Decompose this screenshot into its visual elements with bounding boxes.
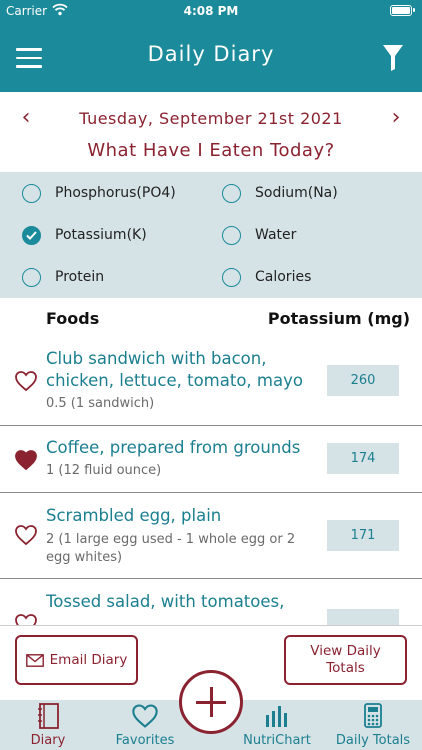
option-water[interactable]: Water <box>222 214 296 256</box>
option-label: Phosphorus(PO4) <box>55 185 176 201</box>
tab-diary[interactable]: Diary <box>6 700 90 750</box>
food-serving: 2 (1 large egg used - 1 whole egg or 2 e… <box>46 532 296 565</box>
tab-nutrichart[interactable]: NutriChart <box>235 700 319 750</box>
clock: 4:08 PM <box>183 4 239 18</box>
option-calories[interactable]: Calories <box>222 256 311 298</box>
table-header: Foods Potassium (mg) <box>0 306 422 332</box>
radio-button[interactable] <box>222 267 241 287</box>
page-title: Daily Diary <box>147 42 275 66</box>
nutrient-value[interactable]: 260 <box>327 365 399 396</box>
option-row: Potassium(K) Water <box>0 214 422 256</box>
tab-label: Favorites <box>115 733 175 748</box>
option-row: Phosphorus(PO4) Sodium(Na) <box>0 172 422 214</box>
food-serving: 1 (12 fluid ounce) <box>46 463 162 478</box>
view-daily-totals-label: View Daily Totals <box>310 643 381 676</box>
option-label: Protein <box>55 269 105 285</box>
nutrient-selector: Phosphorus(PO4) Sodium(Na) Potassium(K) … <box>0 172 422 298</box>
radio-button[interactable] <box>22 183 41 203</box>
option-label: Sodium(Na) <box>255 185 338 201</box>
heart-filled-icon[interactable] <box>14 449 38 471</box>
heart-outline-icon[interactable] <box>14 370 38 392</box>
list-item[interactable]: Club sandwich with bacon, chicken, lettu… <box>0 340 422 426</box>
food-name: Coffee, prepared from grounds <box>46 438 301 457</box>
heart-icon <box>132 704 158 728</box>
email-diary-button[interactable]: Email Diary <box>15 635 138 685</box>
option-protein[interactable]: Protein <box>22 256 104 298</box>
option-potassium[interactable]: Potassium(K) <box>22 214 147 256</box>
tab-label: Daily Totals <box>335 733 411 748</box>
current-date: Tuesday, September 21st 2021 <box>79 109 343 128</box>
status-bar: Carrier 4:08 PM <box>0 0 422 22</box>
food-name: Tossed salad, with tomatoes, <box>46 592 285 611</box>
bar-chart-icon <box>266 706 287 727</box>
option-label: Calories <box>255 269 312 285</box>
foods-column-header: Foods <box>46 309 100 328</box>
heart-outline-icon[interactable] <box>14 613 38 625</box>
date-selector: ‹ Tuesday, September 21st 2021 › <box>0 100 422 136</box>
battery-icon <box>390 5 415 16</box>
value-column-header: Potassium (mg) <box>267 309 410 328</box>
list-item[interactable]: Tossed salad, with tomatoes, <box>0 579 422 625</box>
radio-button-checked[interactable] <box>22 225 41 245</box>
list-item[interactable]: Coffee, prepared from grounds 1 (12 flui… <box>0 426 422 493</box>
tab-label: NutriChart <box>243 733 311 748</box>
calculator-icon <box>364 703 382 728</box>
tab-label: Diary <box>30 733 66 748</box>
food-serving: 0.5 (1 sandwich) <box>46 396 155 411</box>
envelope-icon <box>25 653 44 667</box>
food-name: Club sandwich with bacon, chicken, lettu… <box>46 349 303 390</box>
food-list: Club sandwich with bacon, chicken, lettu… <box>0 340 422 625</box>
nav-bar: Daily Diary <box>0 22 422 92</box>
option-row: Protein Calories <box>0 256 422 298</box>
option-label: Potassium(K) <box>55 227 147 243</box>
email-diary-label: Email Diary <box>49 652 128 668</box>
tab-daily-totals[interactable]: Daily Totals <box>331 700 415 750</box>
option-label: Water <box>255 227 297 243</box>
checkmark-icon <box>26 230 37 240</box>
nutrient-value[interactable]: 174 <box>327 443 399 474</box>
radio-button[interactable] <box>22 267 41 287</box>
nutrient-value[interactable]: 171 <box>327 520 399 551</box>
tab-favorites[interactable]: Favorites <box>103 700 187 750</box>
view-daily-totals-button[interactable]: View Daily Totals <box>284 635 407 685</box>
section-heading: What Have I Eaten Today? <box>87 140 335 161</box>
option-sodium[interactable]: Sodium(Na) <box>222 172 338 214</box>
radio-button[interactable] <box>222 225 241 245</box>
option-phosphorus[interactable]: Phosphorus(PO4) <box>22 172 176 214</box>
diary-icon <box>38 703 59 729</box>
food-name: Scrambled egg, plain <box>46 506 222 525</box>
add-food-button[interactable] <box>179 670 243 734</box>
filter-icon[interactable] <box>382 44 404 72</box>
next-day-button[interactable]: › <box>382 104 410 132</box>
nutrient-value[interactable] <box>327 609 399 625</box>
list-item[interactable]: Scrambled egg, plain 2 (1 large egg used… <box>0 493 422 579</box>
heart-outline-icon[interactable] <box>14 524 38 546</box>
radio-button[interactable] <box>222 183 241 203</box>
